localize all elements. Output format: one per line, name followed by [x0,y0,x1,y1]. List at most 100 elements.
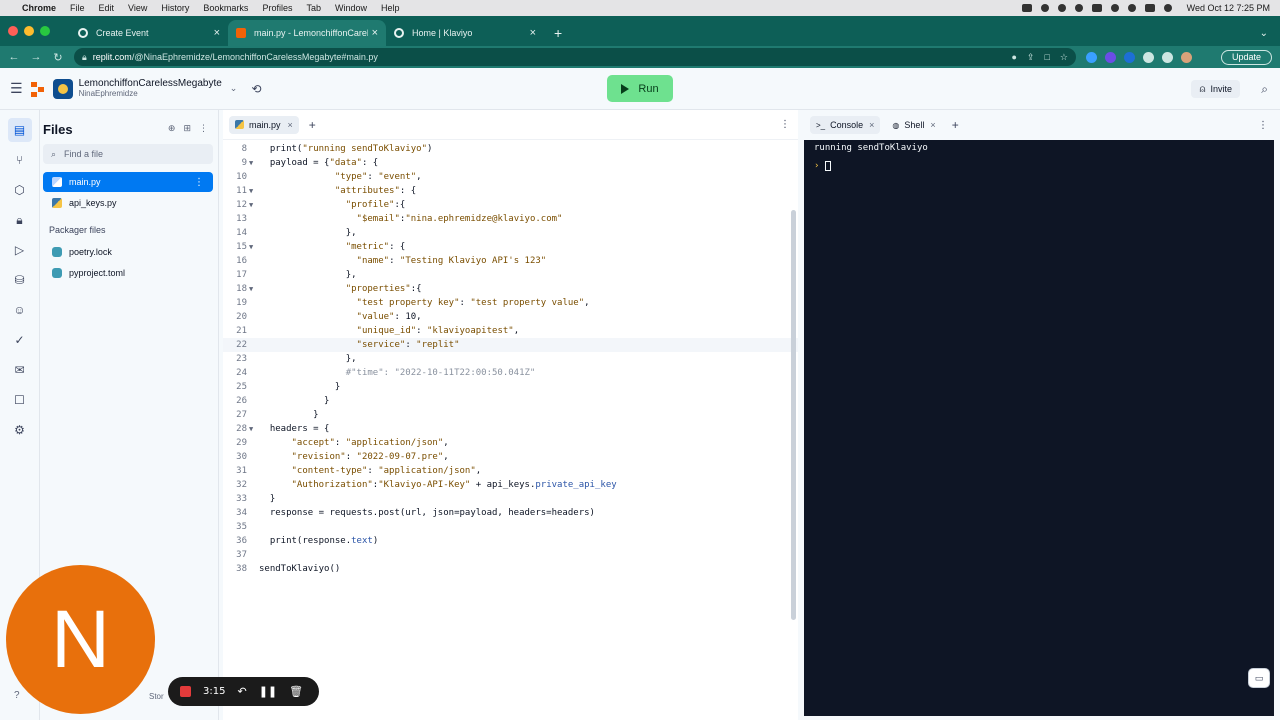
mic-icon[interactable]: ● [1012,52,1017,63]
extension-icon[interactable] [1086,51,1097,63]
clock[interactable]: Wed Oct 12 7:25 PM [1187,3,1270,13]
screen-record-icon[interactable] [1021,4,1032,12]
tab-search-icon[interactable]: ⌄ [1260,20,1268,46]
status-icon[interactable] [1040,4,1049,12]
pause-icon[interactable]: ❚❚ [259,685,277,698]
code-line[interactable]: 14 }, [223,226,798,240]
code-line[interactable]: 15 ▼ "metric": { [223,240,798,254]
code-line[interactable]: 8 print("running sendToKlaviyo") [223,142,798,156]
debugger-icon[interactable]: ▷ [8,238,32,262]
more-options-icon[interactable]: ⋮ [194,177,204,188]
add-tab-icon[interactable]: + [309,118,316,132]
menu-chrome[interactable]: Chrome [22,3,56,13]
share-icon[interactable]: ⇪ [1027,52,1035,63]
code-line[interactable]: 12 ▼ "profile":{ [223,198,798,212]
invite-button[interactable]: ⍝ Invite [1191,80,1240,98]
settings-gear-icon[interactable]: ⚙ [8,418,32,442]
code-line[interactable]: 31 "content-type": "application/json", [223,464,798,478]
close-window-icon[interactable] [8,26,18,36]
browser-tab-main-py[interactable]: main.py - LemonchiffonCarele × [228,20,386,46]
file-item-api-keys[interactable]: api_keys.py [43,193,213,213]
code-line[interactable]: 17 }, [223,268,798,282]
new-folder-icon[interactable]: ⊞ [183,123,191,134]
more-options-icon[interactable]: ⋮ [199,123,208,134]
packages-icon[interactable]: ⬡ [8,178,32,202]
extension-icon[interactable] [1124,51,1135,63]
code-line[interactable]: 33 } [223,492,798,506]
browser-tab-create-event[interactable]: Create Event × [70,20,228,46]
menu-help[interactable]: Help [381,3,400,13]
code-line[interactable]: 20 "value": 10, [223,310,798,324]
puzzle-icon[interactable] [1143,51,1154,63]
siri-icon[interactable] [1163,4,1172,12]
browser-tab-klaviyo[interactable]: Home | Klaviyo × [386,20,544,46]
new-tab-button[interactable]: + [554,20,562,46]
help-icon[interactable]: ? [14,690,20,701]
auth-icon[interactable]: ☺ [8,298,32,322]
database-icon[interactable]: ⛁ [8,268,32,292]
git-icon[interactable]: ⑂ [8,148,32,172]
menu-history[interactable]: History [161,3,189,13]
code-line[interactable]: 35 [223,520,798,534]
fold-chevron-icon[interactable]: ▼ [249,198,253,212]
menu-window[interactable]: Window [335,3,367,13]
code-line[interactable]: 22 "service": "replit" [223,338,798,352]
code-line[interactable]: 27 } [223,408,798,422]
more-options-icon[interactable]: ⋮ [780,119,790,130]
tab-shell[interactable]: ◍ Shell × [886,116,941,134]
code-line[interactable]: 16 "name": "Testing Klaviyo API's 123" [223,254,798,268]
menu-profiles[interactable]: Profiles [262,3,292,13]
file-item-pyproject[interactable]: pyproject.toml [43,263,213,283]
close-tab-icon[interactable]: × [869,120,874,130]
zoom-window-icon[interactable] [40,26,50,36]
search-icon[interactable]: ⌕ [1261,82,1268,97]
fold-chevron-icon[interactable]: ▼ [249,240,253,254]
code-line[interactable]: 18 ▼ "properties":{ [223,282,798,296]
files-icon[interactable]: ▤ [7,118,32,142]
forward-icon[interactable]: → [30,51,42,63]
code-line[interactable]: 26 } [223,394,798,408]
more-options-icon[interactable]: ⋮ [1258,120,1268,131]
code-line[interactable]: 21 "unique_id": "klaviyoapitest", [223,324,798,338]
tab-main-py[interactable]: main.py × [229,115,299,134]
fold-chevron-icon[interactable]: ▼ [249,184,253,198]
code-line[interactable]: 9 ▼ payload = {"data": { [223,156,798,170]
close-tab-icon[interactable]: × [372,27,378,39]
battery-icon[interactable] [1091,4,1102,12]
find-file-input[interactable]: ⌕ Find a file [43,144,213,164]
lock-icon[interactable]: 🔒︎ [82,52,87,63]
code-line[interactable]: 30 "revision": "2022-09-07.pre", [223,450,798,464]
control-center-icon[interactable] [1144,4,1155,12]
undo-icon[interactable]: ↶ [237,685,246,698]
wifi-icon[interactable] [1110,4,1119,12]
spotlight-icon[interactable] [1127,4,1136,12]
code-line[interactable]: 13 "$email":"nina.ephremidze@klaviyo.com… [223,212,798,226]
code-line[interactable]: 10 "type": "event", [223,170,798,184]
code-line[interactable]: 25 } [223,380,798,394]
unit-tests-icon[interactable]: ✓ [8,328,32,352]
minimize-window-icon[interactable] [24,26,34,36]
sidepanel-icon[interactable] [1162,51,1173,63]
threads-icon[interactable]: ☐ [8,388,32,412]
editor-scrollbar[interactable] [791,210,796,620]
code-area[interactable]: 8 print("running sendToKlaviyo") 9 ▼ paylo… [223,142,798,717]
tab-console[interactable]: >_ Console × [810,116,881,134]
stop-recording-icon[interactable] [180,686,191,697]
fold-chevron-icon[interactable]: ▼ [249,156,253,170]
extension-icon[interactable] [1105,51,1116,63]
file-item-main-py[interactable]: main.py ⋮ [43,172,213,192]
code-line[interactable]: 29 "accept": "application/json", [223,436,798,450]
menu-tab[interactable]: Tab [306,3,321,13]
trash-icon[interactable]: 🗑︎ [289,685,303,698]
close-tab-icon[interactable]: × [288,120,293,130]
new-file-icon[interactable]: ⊕ [168,123,176,134]
add-tab-icon[interactable]: + [952,118,959,132]
file-item-poetry-lock[interactable]: poetry.lock [43,242,213,262]
close-tab-icon[interactable]: × [530,27,536,39]
code-line[interactable]: 24 #"time": "2022-10-11T22:00:50.041Z" [223,366,798,380]
profile-avatar[interactable] [1181,51,1192,63]
code-line[interactable]: 19 "test property key": "test property v… [223,296,798,310]
bookmark-star-icon[interactable]: ☆ [1060,52,1068,63]
address-bar[interactable]: 🔒︎ replit.com/@NinaEphremidze/Lemonchiff… [74,48,1076,66]
reload-icon[interactable]: ↻ [52,51,64,64]
